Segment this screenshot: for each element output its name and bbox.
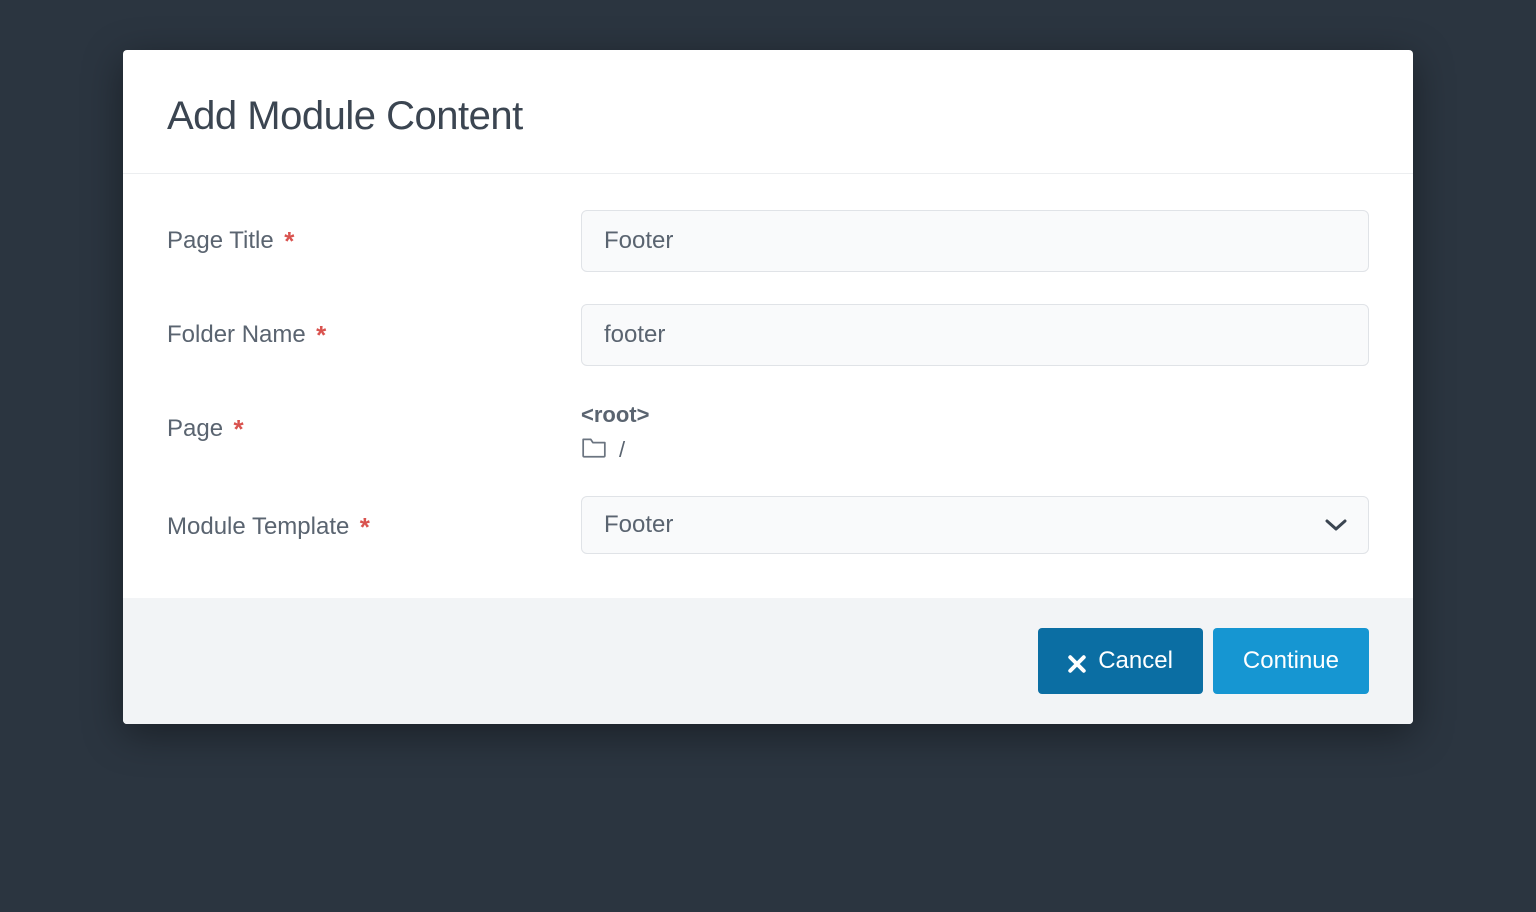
page-path-row[interactable]: / bbox=[581, 436, 1369, 464]
page-title-label: Page Title bbox=[167, 227, 274, 254]
module-template-label: Module Template bbox=[167, 513, 349, 540]
continue-button[interactable]: Continue bbox=[1213, 628, 1369, 694]
page-root-value: <root> bbox=[581, 402, 1369, 428]
modal-title: Add Module Content bbox=[167, 94, 1369, 139]
modal-footer: Cancel Continue bbox=[123, 598, 1413, 724]
required-star-icon: * bbox=[360, 512, 370, 542]
required-star-icon: * bbox=[284, 226, 294, 256]
module-template-select[interactable]: Footer bbox=[581, 496, 1369, 554]
page-label: Page bbox=[167, 415, 223, 442]
page-path-text: / bbox=[619, 437, 625, 463]
folder-name-label: Folder Name bbox=[167, 321, 306, 348]
form-row-module-template: Module Template * Footer bbox=[167, 496, 1369, 554]
form-row-page-title: Page Title * bbox=[167, 210, 1369, 272]
modal-body: Page Title * Folder Name * Page * bbox=[123, 174, 1413, 598]
close-icon bbox=[1068, 652, 1086, 670]
required-star-icon: * bbox=[316, 320, 326, 350]
modal-header: Add Module Content bbox=[123, 50, 1413, 174]
folder-icon bbox=[581, 436, 607, 464]
required-star-icon: * bbox=[234, 414, 244, 444]
continue-button-label: Continue bbox=[1243, 647, 1339, 675]
module-template-selected: Footer bbox=[604, 511, 673, 539]
form-row-folder-name: Folder Name * bbox=[167, 304, 1369, 366]
cancel-button-label: Cancel bbox=[1098, 647, 1173, 675]
cancel-button[interactable]: Cancel bbox=[1038, 628, 1203, 694]
folder-name-input[interactable] bbox=[581, 304, 1369, 366]
page-title-input[interactable] bbox=[581, 210, 1369, 272]
form-row-page: Page * <root> / bbox=[167, 398, 1369, 464]
add-module-content-modal: Add Module Content Page Title * Folder N… bbox=[123, 50, 1413, 724]
